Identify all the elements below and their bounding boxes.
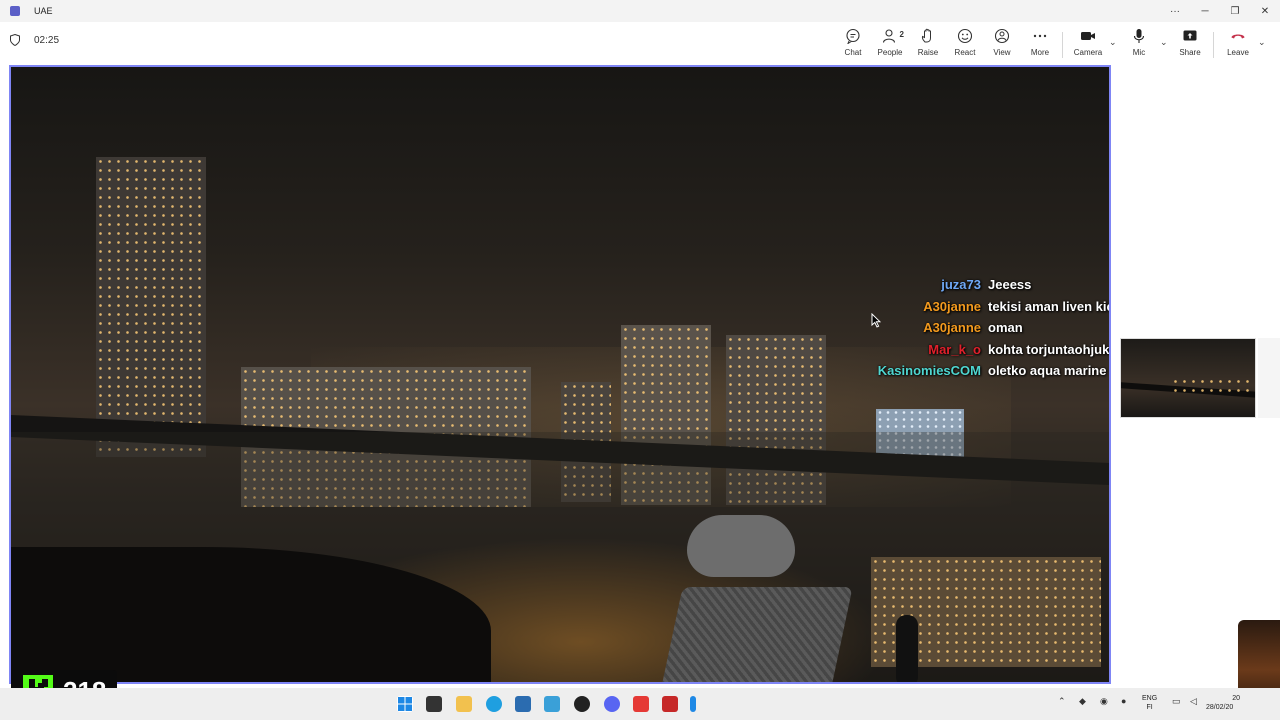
microphone [896,615,918,682]
leave-button[interactable]: Leave [1218,26,1258,60]
camera-label: Camera [1073,48,1103,57]
mic-button[interactable]: Mic [1119,26,1159,60]
volume-icon[interactable]: ◁ [1190,696,1197,707]
mic-options-chevron-icon[interactable]: ⌄ [1160,37,1168,48]
chat-message: juza73 Jeeess [851,274,1109,296]
discord-icon[interactable] [604,696,620,712]
filezilla-icon[interactable] [662,696,678,712]
camera-options-chevron-icon[interactable]: ⌄ [1109,37,1117,48]
system-clock[interactable]: 20 28/02/20 [1206,694,1240,712]
people-button[interactable]: 2 People [870,26,910,60]
share-screen-icon [1183,30,1197,41]
stream-chat-overlay: juza73 Jeeess A30janne tekisi aman liven… [851,274,1110,382]
display-icon[interactable]: ▭ [1172,696,1181,707]
thumbnail-city-lights [1171,377,1251,397]
chat-message: Mar_k_o kohta torjuntaohjukset tuhottuna [851,339,1110,361]
people-icon [882,29,896,43]
obs-icon[interactable] [574,696,590,712]
file-explorer-icon[interactable] [456,696,472,712]
camera-button[interactable]: Camera [1068,26,1108,60]
microphone-tray-icon[interactable]: ● [1121,696,1126,706]
teams-app-icon [10,6,20,16]
chat-label: Chat [844,48,862,57]
clock-time: 20 [1232,695,1240,702]
main-video-feed[interactable]: juza73 Jeeess A30janne tekisi aman liven… [9,65,1111,684]
clock-date: 28/02/20 [1206,704,1234,711]
raise-hand-icon [921,28,931,43]
title-bar: UAE ··· ─ ❐ ✕ [0,0,1280,22]
microphone-icon [1133,29,1145,43]
app-icon[interactable] [544,696,560,712]
chat-text: kohta torjuntaohjukset tuhottuna [988,341,1110,357]
more-icon [1033,34,1047,38]
window-controls: ··· ─ ❐ ✕ [1160,0,1280,22]
minimize-button[interactable]: ─ [1190,0,1220,22]
construction-tower [96,157,206,457]
people-count: 2 [899,30,904,39]
camera-icon [1081,32,1095,40]
chat-text: oman [988,320,1023,336]
leave-label: Leave [1227,48,1249,57]
raise-hand-button[interactable]: Raise [908,26,948,60]
maximize-button[interactable]: ❐ [1220,0,1250,22]
secondary-thumbnail[interactable] [1258,338,1280,418]
chat-username: KasinomiesCOM [877,363,981,379]
store-icon[interactable] [515,696,531,712]
chat-message: KasinomiesCOM oletko aqua marine waterpa… [851,360,1109,382]
language-primary: ENG [1142,695,1158,702]
dropbox-icon[interactable]: ◆ [1079,696,1086,707]
view-button[interactable]: View [982,26,1022,60]
chair [659,587,853,682]
view-icon [994,28,1010,44]
self-view-thumbnail[interactable] [1120,338,1256,418]
show-hidden-icons-chevron-icon[interactable]: ⌃ [1058,696,1066,707]
more-label: More [1030,48,1050,57]
language-indicator[interactable]: ENG FI [1142,694,1157,712]
react-button[interactable]: React [945,26,985,60]
start-icon[interactable] [397,696,413,712]
chat-icon [846,28,860,44]
share-button[interactable]: Share [1170,26,1210,60]
meeting-timer: 02:25 [10,34,59,46]
timer-text: 02:25 [34,34,60,46]
close-button[interactable]: ✕ [1250,0,1280,22]
shield-icon [10,34,20,46]
chat-message: A30janne oman [851,317,1109,339]
chat-username: Mar_k_o [928,341,981,357]
window-title: UAE [34,6,53,16]
view-label: View [993,48,1011,57]
more-button[interactable]: More [1020,26,1060,60]
chat-button[interactable]: Chat [833,26,873,60]
task-view-icon[interactable] [426,696,442,712]
more-options-icon[interactable]: ··· [1160,0,1190,22]
hang-up-icon [1231,34,1245,39]
chat-text: tekisi aman liven kickiin [988,298,1109,314]
toolbar-divider [1062,32,1063,58]
raise-label: Raise [917,48,939,57]
chat-message: A30janne tekisi aman liven kickiin [851,296,1109,318]
edge-icon[interactable] [486,696,502,712]
mic-label: Mic [1132,48,1146,57]
network-icon[interactable]: ◉ [1100,696,1108,707]
react-label: React [954,48,976,57]
share-label: Share [1179,48,1201,57]
language-secondary: FI [1146,704,1153,711]
toolbar-divider [1213,32,1214,58]
chat-text: Jeeess [988,277,1032,293]
chat-username: juza73 [941,277,981,293]
smiley-icon [957,28,973,44]
chair-headrest [687,515,795,577]
windows-taskbar: ⌃ ◆ ◉ ● ENG FI ▭ ◁ 20 28/02/20 [0,688,1280,720]
leave-options-chevron-icon[interactable]: ⌄ [1258,37,1266,48]
meeting-toolbar: 02:25 Chat 2 People Raise React View Mor… [0,22,1280,62]
app-icon[interactable] [633,696,649,712]
chat-username: A30janne [923,298,981,314]
chat-text: oletko aqua marine waterparkissa [988,363,1109,379]
people-label: People [877,48,903,57]
app-icon[interactable] [690,696,696,712]
mouse-cursor-icon [871,313,881,328]
